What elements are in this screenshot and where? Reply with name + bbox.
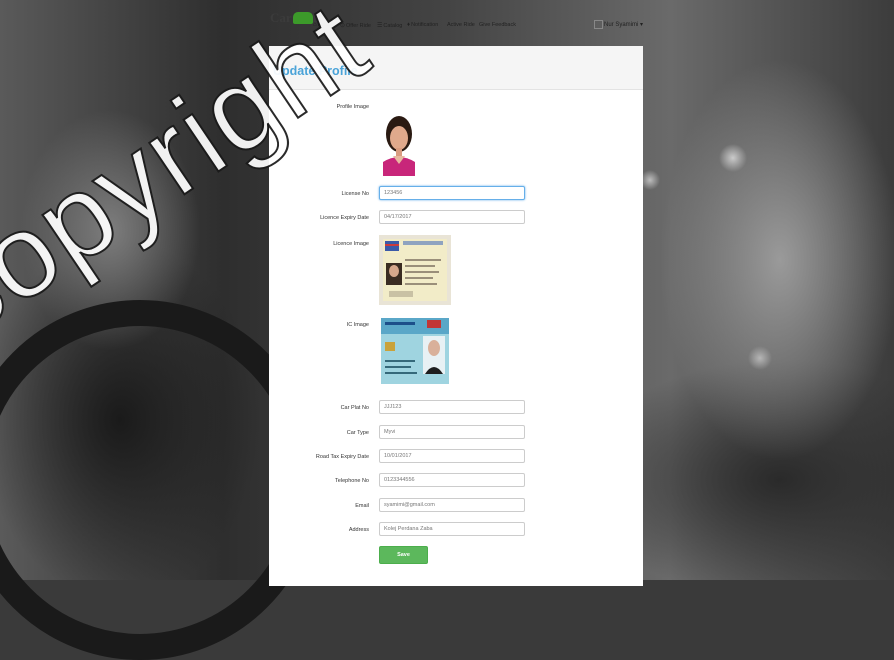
list-icon: ☰: [377, 23, 383, 29]
nav-home[interactable]: ⌂Home: [313, 22, 332, 28]
license-no-input[interactable]: 123456: [379, 186, 525, 200]
address-label: Address: [348, 527, 369, 533]
top-navbar: Car L ⌂Home ⊙Offer Ride ☰Catalog ♦Notifi…: [258, 6, 643, 38]
road-tax-label: Road Tax Expiry Date: [315, 454, 369, 460]
address-input[interactable]: Kolej Perdana Zaba: [379, 522, 525, 536]
nav-notification[interactable]: ♦Notification: [407, 22, 438, 28]
license-image[interactable]: [379, 235, 451, 307]
map-pin-icon: ⊙: [340, 23, 346, 29]
nav-home-label: Home: [317, 22, 333, 28]
license-image-label: Licence Image: [333, 241, 369, 247]
nav-offer-ride-label: Offer Ride: [346, 23, 371, 29]
road-tax-input[interactable]: 10/01/2017: [379, 449, 525, 463]
profile-photo-icon: [379, 106, 419, 176]
license-card-icon: [379, 235, 451, 305]
car-plat-label: Car Plat No: [340, 405, 369, 411]
profile-image-label: Profile Image: [336, 104, 369, 110]
nav-active-ride-label: Active Ride: [447, 22, 475, 28]
user-name: Nur Syamimi: [604, 22, 639, 29]
home-icon: ⌂: [313, 22, 317, 28]
telephone-label: Telephone No: [335, 478, 369, 484]
license-expiry-label: Licence Expiry Date: [320, 215, 369, 221]
car-type-label: Car Type: [346, 430, 369, 436]
save-button[interactable]: Save: [379, 546, 428, 564]
license-no-label: License No: [341, 191, 369, 197]
ic-card-icon: [379, 316, 451, 386]
nav-notification-label: Notification: [411, 22, 439, 28]
nav-catalog[interactable]: ☰Catalog: [377, 22, 402, 29]
ic-image[interactable]: [379, 316, 451, 388]
telephone-input[interactable]: 0123344556: [379, 473, 525, 487]
nav-feedback-label: Give Feedback: [479, 22, 516, 28]
nav-feedback[interactable]: Give Feedback: [479, 22, 516, 28]
car-plat-input[interactable]: JJJ123: [379, 400, 525, 414]
bell-icon: ♦: [407, 22, 411, 28]
update-profile-card: Update Profile Profile Image License No …: [269, 46, 643, 586]
profile-image[interactable]: [379, 106, 419, 178]
nav-active-ride[interactable]: Active Ride: [447, 22, 475, 28]
nav-offer-ride[interactable]: ⊙Offer Ride: [340, 22, 371, 29]
car-type-input[interactable]: Myvi: [379, 425, 525, 439]
ic-image-label: IC Image: [346, 322, 369, 328]
logo-car-text: Car: [270, 10, 292, 25]
card-header: Update Profile: [269, 46, 643, 90]
car-icon: [292, 12, 313, 24]
email-label: Email: [355, 503, 369, 509]
license-expiry-input[interactable]: 04/17/2017: [379, 210, 525, 224]
page-title: Update Profile: [273, 64, 358, 78]
user-avatar-icon: [594, 20, 603, 29]
email-input[interactable]: syamimi@gmail.com: [379, 498, 525, 512]
chevron-down-icon: ▾: [640, 22, 644, 29]
user-menu[interactable]: Nur Syamimi ▾: [594, 20, 643, 29]
nav-catalog-label: Catalog: [383, 23, 403, 29]
